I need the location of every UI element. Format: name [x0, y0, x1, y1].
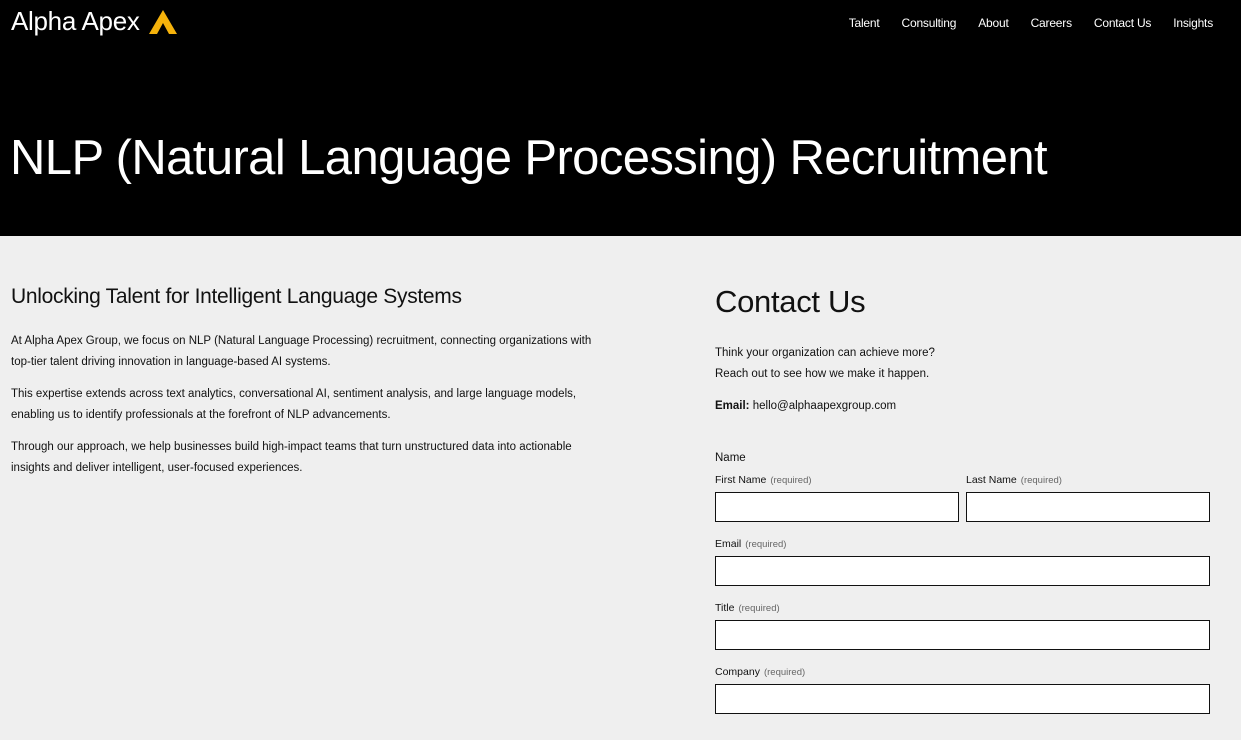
required-note: (required) — [1020, 475, 1062, 486]
required-note: (required) — [738, 603, 780, 614]
contact-section: Contact Us Think your organization can a… — [715, 284, 1210, 714]
contact-heading: Contact Us — [715, 284, 866, 319]
email-input[interactable] — [715, 556, 1210, 586]
required-note: (required) — [763, 667, 806, 678]
nav-consulting[interactable]: Consulting — [902, 16, 957, 30]
email-field-label: Email (required) — [715, 537, 1210, 552]
last-name-group: Last Name (required) — [966, 473, 1210, 522]
intro-paragraph-1: At Alpha Apex Group, we focus on NLP (Na… — [11, 335, 592, 368]
first-name-group: First Name (required) — [715, 473, 959, 522]
required-note: (required) — [745, 539, 787, 550]
company-field-label-text: Company — [715, 666, 760, 678]
intro-heading: Unlocking Talent for Intelligent Languag… — [11, 285, 462, 308]
intro-paragraph-3: Through our approach, we help businesses… — [11, 441, 572, 474]
first-name-label: First Name (required) — [715, 473, 959, 488]
main-nav: Talent Consulting About Careers Contact … — [827, 16, 1214, 30]
site-header: Alpha Apex Talent Consulting About Caree… — [0, 0, 1241, 236]
nav-insights[interactable]: Insights — [1173, 16, 1213, 30]
title-input[interactable] — [715, 620, 1210, 650]
name-row: First Name (required) Last Name (required) — [715, 473, 1210, 522]
title-group: Title (required) — [715, 601, 1210, 650]
title-field-label-text: Title — [715, 602, 735, 614]
contact-line-1: Think your organization can achieve more… — [715, 347, 935, 359]
first-name-input[interactable] — [715, 492, 959, 522]
nav-contact-us[interactable]: Contact Us — [1094, 16, 1152, 30]
brand-logo[interactable]: Alpha Apex — [11, 6, 178, 37]
company-input[interactable] — [715, 684, 1210, 714]
email-address: hello@alphaapexgroup.com — [752, 400, 897, 412]
triangle-logo-icon — [148, 9, 177, 34]
contact-line-2: Reach out to see how we make it happen. — [715, 368, 930, 380]
brand-name: Alpha Apex — [11, 6, 140, 36]
intro-paragraph-2: This expertise extends across text analy… — [11, 388, 577, 421]
first-name-label-text: First Name — [715, 474, 767, 486]
last-name-label-text: Last Name — [966, 474, 1017, 486]
page-title: NLP (Natural Language Processing) Recrui… — [10, 131, 1048, 185]
contact-email: Email: hello@alphaapexgroup.com — [715, 396, 1210, 417]
email-field-label-text: Email — [715, 538, 742, 550]
email-label: Email: — [715, 400, 750, 412]
nav-about[interactable]: About — [978, 16, 1009, 30]
required-note: (required) — [770, 475, 812, 486]
last-name-input[interactable] — [966, 492, 1210, 522]
contact-form: Name First Name (required) Last Name (requ… — [715, 449, 1210, 714]
title-field-label: Title (required) — [715, 601, 1210, 616]
email-group: Email (required) — [715, 537, 1210, 586]
company-group: Company (required) — [715, 665, 1210, 714]
nav-talent[interactable]: Talent — [849, 16, 880, 30]
intro-section: Unlocking Talent for Intelligent Languag… — [11, 285, 601, 490]
name-group-label: Name — [715, 452, 746, 464]
last-name-label: Last Name (required) — [966, 473, 1210, 488]
company-field-label: Company (required) — [715, 665, 1210, 680]
nav-careers[interactable]: Careers — [1031, 16, 1072, 30]
